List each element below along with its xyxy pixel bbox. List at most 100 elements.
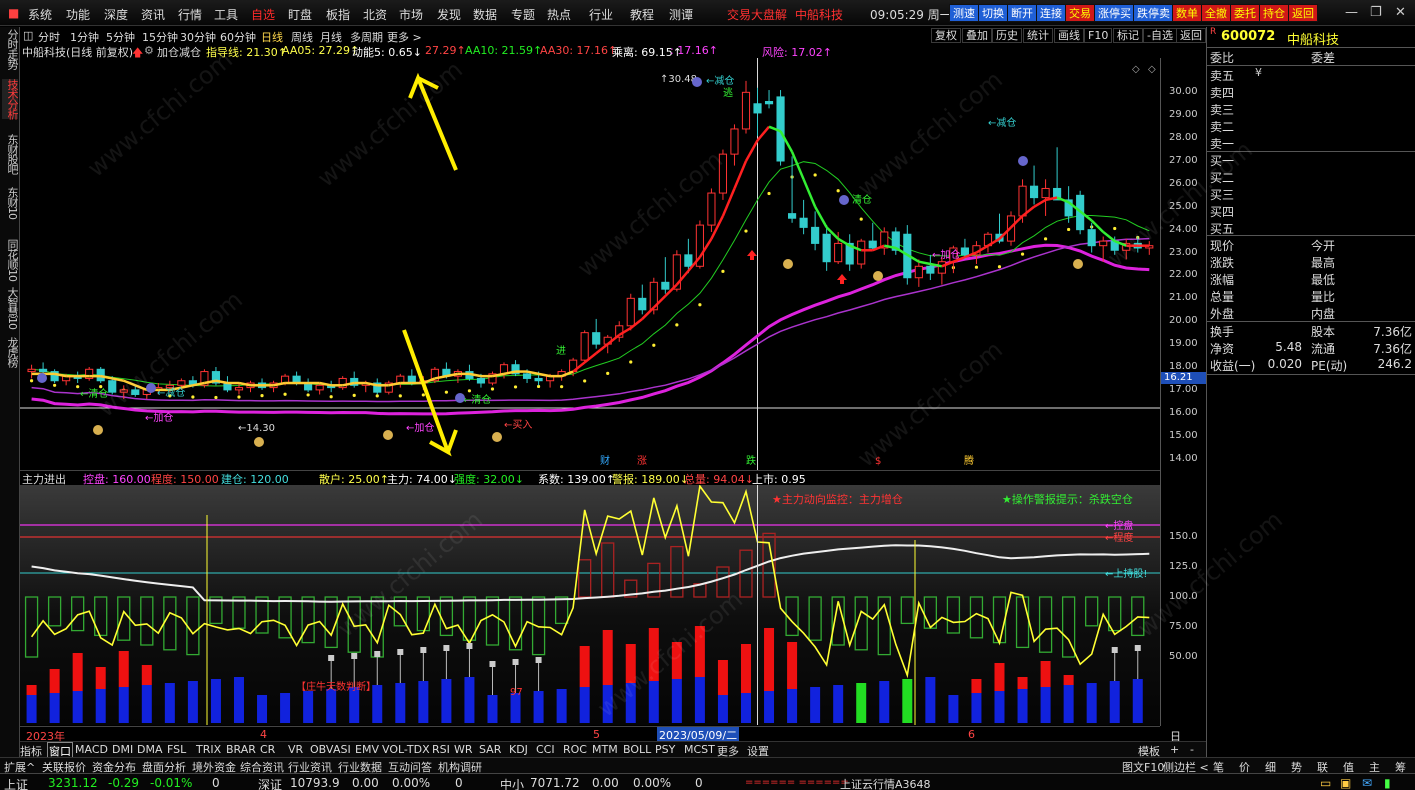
indicator-tab-10[interactable]: OBV	[310, 743, 333, 756]
menu-item-10[interactable]: 市场	[399, 6, 423, 23]
app-logo-icon[interactable]: ■	[8, 6, 19, 20]
close-icon[interactable]: ✕	[1395, 5, 1406, 20]
toolbar-button-0[interactable]: 复权	[931, 28, 961, 43]
stock-code[interactable]: 600072	[1221, 29, 1275, 44]
quick-button-6[interactable]: 跌停卖	[1133, 4, 1174, 22]
indicator-tab-13[interactable]: VOL-TDX	[382, 743, 430, 756]
toolbar-button-1[interactable]: 叠加	[962, 28, 992, 43]
quick-button-10[interactable]: 持仓	[1259, 4, 1289, 22]
sz-name[interactable]: 深证	[258, 776, 282, 790]
period-item-10[interactable]: 更多 >	[387, 29, 422, 45]
bid-level-0[interactable]: 买一	[1210, 152, 1234, 169]
toolbar-button-4[interactable]: 画线	[1054, 28, 1084, 43]
quick-button-5[interactable]: 涨停买	[1094, 4, 1135, 22]
minimize-icon[interactable]: —	[1345, 5, 1358, 20]
toolbar-button-3[interactable]: 统计	[1023, 28, 1053, 43]
indicator-tab-16[interactable]: SAR	[479, 743, 501, 756]
ask-level-1[interactable]: 卖四	[1210, 84, 1234, 101]
ask-level-4[interactable]: 卖一	[1210, 135, 1234, 152]
quick-button-11[interactable]: 返回	[1288, 4, 1318, 22]
period-item-6[interactable]: 日线	[261, 29, 283, 45]
left-tab-0[interactable]: 分时走势	[2, 29, 19, 69]
period-item-5[interactable]: 60分钟	[220, 29, 256, 45]
indicator-tab-21[interactable]: BOLL	[623, 743, 651, 756]
indicator-tab-12[interactable]: EMV	[355, 743, 379, 756]
period-item-7[interactable]: 周线	[291, 29, 313, 45]
indicator-tab-11[interactable]: ASI	[333, 743, 351, 756]
info-icon[interactable]: ▭	[1320, 776, 1331, 790]
left-tab-1[interactable]: 技术分析	[2, 79, 19, 119]
ask-level-0[interactable]: 卖五	[1210, 67, 1234, 84]
period-item-1[interactable]: 1分钟	[70, 29, 99, 45]
period-item-8[interactable]: 月线	[320, 29, 342, 45]
mail-icon[interactable]: ✉	[1362, 776, 1372, 790]
indicator-tab-8[interactable]: CR	[260, 743, 275, 756]
period-item-0[interactable]: 分时	[38, 29, 60, 45]
add-window-button[interactable]: +	[1170, 743, 1179, 756]
restore-icon[interactable]: ❐	[1370, 5, 1382, 20]
menu-item-16[interactable]: 教程	[630, 6, 654, 23]
menu-item-15[interactable]: 行业	[589, 6, 613, 23]
menu-item-5[interactable]: 工具	[214, 6, 238, 23]
bid-level-3[interactable]: 买四	[1210, 203, 1234, 220]
indicator-tab-23[interactable]: MCST	[684, 743, 715, 756]
indicator-tab-3[interactable]: DMI	[112, 743, 133, 756]
indicator-tab-19[interactable]: ROC	[563, 743, 587, 756]
indicator-tab-20[interactable]: MTM	[592, 743, 618, 756]
menu-item-13[interactable]: 专题	[511, 6, 535, 23]
settings-icon[interactable]: ⚙	[144, 44, 154, 57]
indicator-tab-2[interactable]: MACD	[75, 743, 108, 756]
toolbar-button-6[interactable]: 标记	[1113, 28, 1143, 43]
indicator-tab-7[interactable]: BRAR	[226, 743, 256, 756]
remove-window-button[interactable]: -	[1190, 743, 1194, 756]
menu-item-17[interactable]: 测谭	[669, 6, 693, 23]
ask-level-2[interactable]: 卖三	[1210, 101, 1234, 118]
toolbar-button-7[interactable]: -自选	[1143, 28, 1177, 43]
bid-level-2[interactable]: 买三	[1210, 186, 1234, 203]
period-item-4[interactable]: 30分钟	[180, 29, 216, 45]
left-tab-4[interactable]: 同花顺10	[2, 239, 19, 281]
left-tab-6[interactable]: 龙虎榜	[2, 337, 19, 367]
menu-item-11[interactable]: 发现	[437, 6, 461, 23]
menu-item-2[interactable]: 深度	[104, 6, 128, 23]
alarm-icon[interactable]: ▣	[1340, 776, 1351, 790]
candlestick-chart[interactable]: ←清仓 ←减仓 ←加仓 ←14.30 ←加仓 ←清仓 ←买入进 ↑30.48 ←减仓逃清仓 ←加仓…	[20, 58, 1160, 470]
period-item-3[interactable]: 15分钟	[142, 29, 178, 45]
menu-item-8[interactable]: 板指	[326, 6, 350, 23]
period-toggle-icon[interactable]: ◫	[23, 29, 33, 42]
indicator-tab-6[interactable]: TRIX	[196, 743, 221, 756]
toolbar-button-5[interactable]: F10	[1084, 28, 1113, 43]
indicator-panel[interactable]: ←控盘 ←程度 ←上持股! ★主力动向监控：主力增仓 ★操作警报提示：杀跌空仓 【庄牛天数…	[20, 484, 1160, 725]
indicator-tab-15[interactable]: WR	[454, 743, 473, 756]
menu-ticker-2[interactable]: 中船科技	[795, 6, 843, 23]
quick-button-8[interactable]: 全撤	[1201, 4, 1231, 22]
indicator-tab-17[interactable]: KDJ	[509, 743, 528, 756]
indicator-tab-18[interactable]: CCI	[536, 743, 555, 756]
toolbar-button-2[interactable]: 历史	[992, 28, 1022, 43]
left-tab-3[interactable]: 东财10	[2, 187, 19, 219]
quick-button-4[interactable]: 交易	[1065, 4, 1095, 22]
quick-button-1[interactable]: 切换	[978, 4, 1008, 22]
menu-item-1[interactable]: 功能	[66, 6, 90, 23]
left-tab-2[interactable]: 东财股吧	[2, 134, 19, 174]
indicator-tab-22[interactable]: PSY	[655, 743, 675, 756]
quick-button-9[interactable]: 委托	[1230, 4, 1260, 22]
menu-item-0[interactable]: 系统	[28, 6, 52, 23]
menu-ticker-1[interactable]: 交易大盘解	[727, 6, 787, 23]
cloud-quote[interactable]: 上证云行情A3648	[840, 776, 931, 790]
ask-level-3[interactable]: 卖二	[1210, 118, 1234, 135]
menu-item-3[interactable]: 资讯	[141, 6, 165, 23]
menu-item-9[interactable]: 北资	[363, 6, 387, 23]
indicator-svg[interactable]: ←控盘←程度 ←上持股! ★主力动向监控：主力增仓 ★操作警报提示：杀跌空仓【庄牛天数…	[20, 484, 1160, 725]
candlestick-svg[interactable]: ←清仓 ←减仓←加仓←14.30 ←加仓←清仓←买入进↑30.48 ←减仓逃清仓←加仓…	[20, 58, 1160, 470]
period-item-2[interactable]: 5分钟	[106, 29, 135, 45]
quick-button-7[interactable]: 数单	[1172, 4, 1202, 22]
stock-name[interactable]: 中船科技	[1287, 29, 1339, 48]
period-item-9[interactable]: 多周期	[350, 29, 383, 45]
menu-item-14[interactable]: 热点	[547, 6, 571, 23]
indicator-tab-4[interactable]: DMA	[137, 743, 163, 756]
indicator-tab-5[interactable]: FSL	[167, 743, 186, 756]
menu-item-4[interactable]: 行情	[178, 6, 202, 23]
menu-item-7[interactable]: 盯盘	[288, 6, 312, 23]
sh-name[interactable]: 上证	[4, 776, 28, 790]
